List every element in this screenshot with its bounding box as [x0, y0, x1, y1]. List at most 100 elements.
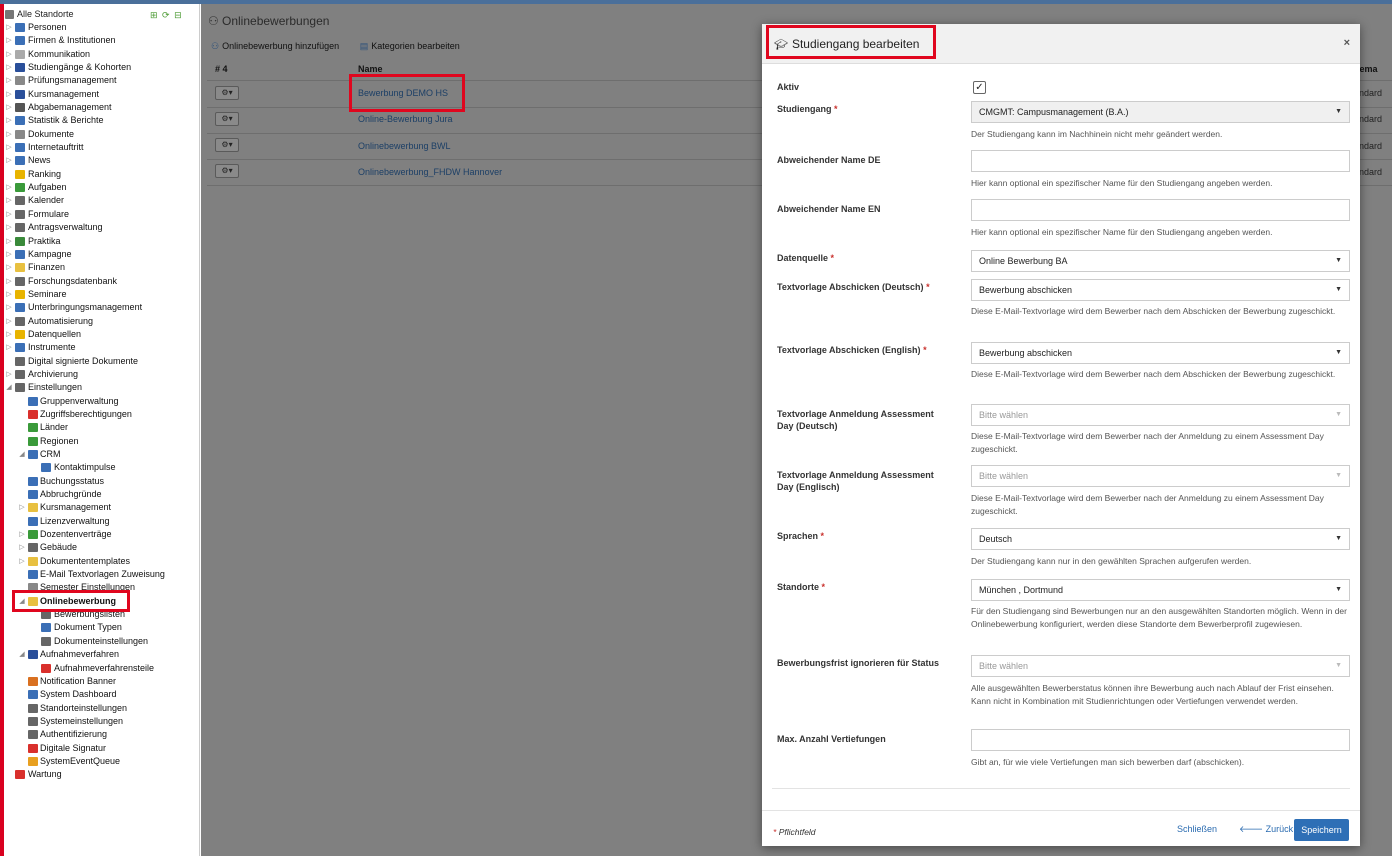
tv-abschicken-de-select[interactable]: Bewerbung abschicken ▼ — [971, 279, 1350, 301]
sidebar-item[interactable]: ▷ Kursmanagement — [4, 501, 199, 514]
sidebar-item[interactable]: ▷ Kalender — [4, 194, 199, 207]
sidebar-item[interactable]: Dokument Typen — [4, 621, 199, 634]
collapsed-arrow-icon[interactable]: ▷ — [18, 541, 26, 554]
sidebar-item[interactable]: ▷ Internetauftritt — [4, 141, 199, 154]
sidebar-item[interactable]: ▷ Automatisierung — [4, 315, 199, 328]
sidebar-item[interactable]: Wartung — [4, 768, 199, 781]
sidebar-item[interactable]: System Dashboard — [4, 688, 199, 701]
sidebar-item[interactable]: ▷ Seminare — [4, 288, 199, 301]
aktiv-checkbox[interactable]: ✓ — [973, 81, 986, 94]
sidebar-item[interactable]: ▷ Datenquellen — [4, 328, 199, 341]
row-name-link[interactable]: Onlinebewerbung BWL — [358, 141, 451, 151]
sidebar-item[interactable]: ▷ Dokumente — [4, 128, 199, 141]
collapsed-arrow-icon[interactable]: ▷ — [5, 368, 13, 381]
sidebar-item[interactable]: ◢ Einstellungen — [4, 381, 199, 394]
close-icon[interactable]: × — [1344, 37, 1350, 49]
tv-assessment-en-select[interactable]: Bitte wählen ▼ — [971, 465, 1350, 487]
collapsed-arrow-icon[interactable]: ▷ — [5, 48, 13, 61]
collapsed-arrow-icon[interactable]: ▷ — [5, 61, 13, 74]
collapsed-arrow-icon[interactable]: ▷ — [18, 501, 26, 514]
close-button[interactable]: Schließen — [1177, 824, 1217, 834]
sidebar-item[interactable]: ▷ Aufgaben — [4, 181, 199, 194]
tv-abschicken-en-select[interactable]: Bewerbung abschicken ▼ — [971, 342, 1350, 364]
sidebar-item[interactable]: ▷ Dozentenverträge — [4, 528, 199, 541]
sidebar-item[interactable]: Aufnahmeverfahrensteile — [4, 662, 199, 675]
sidebar-item[interactable]: Notification Banner — [4, 675, 199, 688]
sidebar-item[interactable]: ▷ Personen — [4, 21, 199, 34]
sidebar-item[interactable]: Länder — [4, 421, 199, 434]
collapsed-arrow-icon[interactable]: ▷ — [5, 114, 13, 127]
row-actions-gear-button[interactable]: ⚙▾ — [215, 112, 239, 126]
save-button[interactable]: Speichern — [1294, 819, 1349, 841]
collapsed-arrow-icon[interactable]: ▷ — [18, 555, 26, 568]
sidebar-item[interactable]: Digital signierte Dokumente — [4, 355, 199, 368]
sidebar-item[interactable]: ▷ Statistik & Berichte — [4, 114, 199, 127]
collapsed-arrow-icon[interactable]: ▷ — [5, 128, 13, 141]
collapsed-arrow-icon[interactable]: ▷ — [5, 235, 13, 248]
sidebar-root[interactable]: Alle Standorte ⊞ ⟳ ⊟ — [4, 9, 199, 21]
collapsed-arrow-icon[interactable]: ▷ — [5, 341, 13, 354]
collapsed-arrow-icon[interactable]: ▷ — [5, 288, 13, 301]
collapsed-arrow-icon[interactable]: ▷ — [5, 208, 13, 221]
sidebar-item[interactable]: ▷ Praktika — [4, 235, 199, 248]
sidebar-item[interactable]: Zugriffsberechtigungen — [4, 408, 199, 421]
sidebar-item[interactable]: Buchungsstatus — [4, 475, 199, 488]
sidebar-item[interactable]: Standorteinstellungen — [4, 702, 199, 715]
collapsed-arrow-icon[interactable]: ▷ — [5, 154, 13, 167]
collapsed-arrow-icon[interactable]: ▷ — [5, 181, 13, 194]
sidebar-item[interactable]: ▷ Forschungsdatenbank — [4, 275, 199, 288]
sidebar-item[interactable]: ◢ CRM — [4, 448, 199, 461]
sidebar-item[interactable]: Lizenzverwaltung — [4, 515, 199, 528]
collapsed-arrow-icon[interactable]: ▷ — [5, 261, 13, 274]
collapsed-arrow-icon[interactable]: ▷ — [5, 88, 13, 101]
sidebar-item[interactable]: Ranking — [4, 168, 199, 181]
tree-toolbar-icons[interactable]: ⊞ ⟳ ⊟ — [150, 10, 183, 21]
sidebar-item[interactable]: ▷ Archivierung — [4, 368, 199, 381]
edit-categories-button[interactable]: ▤ Kategorien bearbeiten — [360, 41, 460, 51]
tv-assessment-de-select[interactable]: Bitte wählen ▼ — [971, 404, 1350, 426]
sidebar-item[interactable]: ▷ Abgabemanagement — [4, 101, 199, 114]
collapsed-arrow-icon[interactable]: ▷ — [5, 248, 13, 261]
collapsed-arrow-icon[interactable]: ▷ — [5, 275, 13, 288]
sidebar-item[interactable]: ▷ Firmen & Institutionen — [4, 34, 199, 47]
name-de-input[interactable] — [971, 150, 1350, 172]
sidebar-item[interactable]: ▷ Kommunikation — [4, 48, 199, 61]
back-button[interactable]: 🡐 Zurück — [1239, 824, 1293, 835]
name-en-input[interactable] — [971, 199, 1350, 221]
sidebar-item[interactable]: Abbruchgründe — [4, 488, 199, 501]
collapsed-arrow-icon[interactable]: ▷ — [5, 21, 13, 34]
row-actions-gear-button[interactable]: ⚙▾ — [215, 86, 239, 100]
sidebar-item[interactable]: ▷ Gebäude — [4, 541, 199, 554]
sidebar-item[interactable]: Authentifizierung — [4, 728, 199, 741]
studiengang-select[interactable]: CMGMT: Campusmanagement (B.A.) ▼ — [971, 101, 1350, 123]
sidebar-item[interactable]: ▷ Finanzen — [4, 261, 199, 274]
sidebar-item[interactable]: E-Mail Textvorlagen Zuweisung — [4, 568, 199, 581]
sprachen-select[interactable]: Deutsch ▼ — [971, 528, 1350, 550]
sidebar-item[interactable]: ▷ News — [4, 154, 199, 167]
standorte-select[interactable]: München , Dortmund ▼ — [971, 579, 1350, 601]
sidebar-item[interactable]: ▷ Instrumente — [4, 341, 199, 354]
frist-status-select[interactable]: Bitte wählen ▼ — [971, 655, 1350, 677]
sidebar-item[interactable]: ▷ Kampagne — [4, 248, 199, 261]
collapsed-arrow-icon[interactable]: ▷ — [5, 101, 13, 114]
sidebar-item[interactable]: Kontaktimpulse — [4, 461, 199, 474]
sidebar-item[interactable]: ▷ Studiengänge & Kohorten — [4, 61, 199, 74]
collapsed-arrow-icon[interactable]: ▷ — [5, 328, 13, 341]
datenquelle-select[interactable]: Online Bewerbung BA ▼ — [971, 250, 1350, 272]
row-name-link[interactable]: Onlinebewerbung_FHDW Hannover — [358, 167, 502, 177]
sidebar-item[interactable]: ▷ Kursmanagement — [4, 88, 199, 101]
collapsed-arrow-icon[interactable]: ▷ — [5, 74, 13, 87]
sidebar-item[interactable]: SystemEventQueue — [4, 755, 199, 768]
sidebar-item[interactable]: ◢ Aufnahmeverfahren — [4, 648, 199, 661]
add-application-button[interactable]: ⚇ Onlinebewerbung hinzufügen — [211, 41, 339, 51]
collapsed-arrow-icon[interactable]: ▷ — [5, 301, 13, 314]
max-vertiefungen-input[interactable] — [971, 729, 1350, 751]
row-actions-gear-button[interactable]: ⚙▾ — [215, 164, 239, 178]
sidebar-item[interactable]: Digitale Signatur — [4, 742, 199, 755]
sidebar-item[interactable]: ▷ Unterbringungsmanagement — [4, 301, 199, 314]
sidebar-item[interactable]: ▷ Dokumententemplates — [4, 555, 199, 568]
collapsed-arrow-icon[interactable]: ▷ — [5, 34, 13, 47]
sidebar-item[interactable]: Regionen — [4, 435, 199, 448]
collapsed-arrow-icon[interactable]: ▷ — [5, 141, 13, 154]
expanded-arrow-icon[interactable]: ◢ — [5, 381, 13, 394]
